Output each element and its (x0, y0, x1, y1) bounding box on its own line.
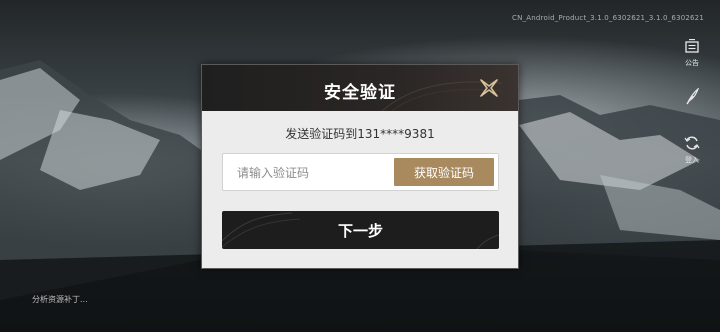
notice-button[interactable]: 公告 (684, 38, 700, 68)
feather-icon (686, 87, 700, 105)
dialog-header: 安全验证 (202, 65, 518, 111)
verification-code-row: 获取验证码 (222, 153, 499, 191)
verification-code-input[interactable] (237, 163, 387, 183)
build-version-text: CN_Android_Product_3.1.0_6302621_3.1.0_6… (512, 14, 704, 22)
send-code-target-text: 发送验证码到131****9381 (285, 127, 435, 141)
security-verification-dialog: 安全验证 发送验证码到131****9381 获取验证码 下一步 (201, 64, 519, 269)
login-button[interactable]: 登入 (684, 135, 700, 165)
next-step-label: 下一步 (337, 221, 383, 240)
feather-button[interactable] (684, 87, 700, 110)
login-label: 登入 (685, 156, 699, 164)
refresh-icon (684, 136, 700, 150)
close-icon (480, 79, 498, 97)
notice-label: 公告 (685, 59, 699, 67)
notice-icon (685, 38, 699, 53)
get-code-button[interactable]: 获取验证码 (394, 158, 494, 186)
dialog-title: 安全验证 (324, 83, 396, 103)
next-step-button[interactable]: 下一步 (222, 211, 499, 249)
status-text: 分析资源补丁... (32, 295, 88, 304)
close-button[interactable] (478, 77, 500, 99)
